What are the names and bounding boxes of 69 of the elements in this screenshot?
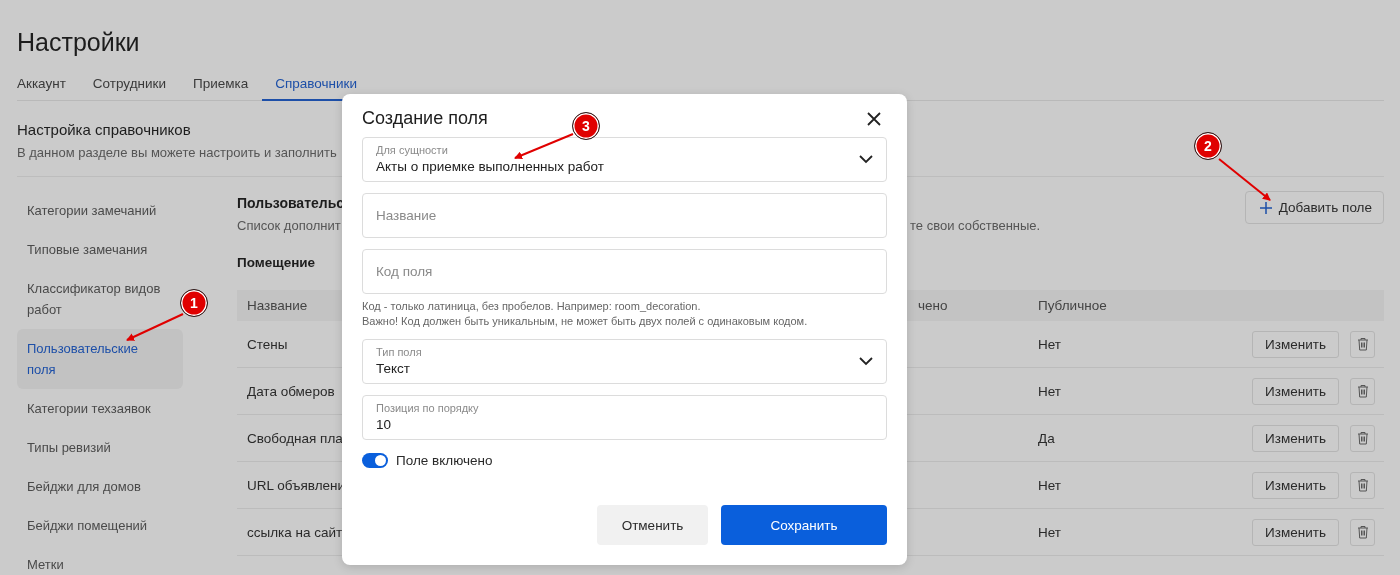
sidebar-item[interactable]: Категории техзаявок — [17, 389, 155, 428]
hint-text: Важно! Код должен быть уникальным, не может быть двух полей с одинаковым кодом. — [362, 315, 809, 327]
edit-button[interactable]: Изменить — [1252, 518, 1339, 546]
sidebar-item[interactable]: Метки — [17, 545, 68, 575]
input-field[interactable]: Позиция по порядку 10 — [362, 395, 887, 440]
select-field[interactable]: Тип поля Текст — [362, 339, 887, 384]
trash-icon — [1356, 337, 1369, 351]
add-field-button[interactable]: Добавить поле — [1244, 191, 1384, 224]
table-cell-text: Нет — [1037, 524, 1061, 540]
content-title: Пользовательс — [237, 195, 346, 211]
hint-text: Код - только латиница, без пробелов. Например: room_decoration. — [362, 300, 702, 312]
callout-badge: 1 — [180, 289, 208, 317]
edit-button[interactable]: Изменить — [1252, 424, 1339, 452]
tab[interactable]: Аккаунт — [17, 74, 66, 101]
plus-icon — [1259, 201, 1272, 214]
callout-arrow — [514, 133, 574, 159]
trash-icon — [1356, 431, 1369, 445]
trash-icon — [1356, 525, 1369, 539]
table-cell-text: Дата обмеров — [246, 383, 335, 399]
chevron-down-icon — [859, 155, 873, 164]
table-cell-text: ссылка на сайт — [246, 524, 343, 540]
edit-button[interactable]: Изменить — [1252, 377, 1339, 405]
callout-arrow — [126, 313, 184, 341]
content-description: те свои собственные. — [910, 218, 1041, 233]
delete-button[interactable] — [1350, 518, 1375, 546]
cancel-button[interactable]: Отменить — [597, 505, 708, 545]
section-title: Настройка справочников — [17, 121, 191, 138]
page-title: Настройки — [17, 27, 141, 58]
column-header: Публичное — [1037, 298, 1107, 313]
dialog-title: Создание поля — [362, 108, 488, 129]
sidebar-item[interactable]: Типы ревизий — [17, 428, 115, 467]
select-field[interactable]: Для сущности Акты о приемке выполненных работ — [362, 137, 887, 182]
save-button[interactable]: Сохранить — [721, 505, 887, 545]
column-header: Название — [246, 298, 308, 313]
callout-badge: 2 — [1194, 132, 1222, 160]
table-cell-text: Нет — [1037, 477, 1061, 493]
section-description: В данном разделе вы можете настроить и заполнить — [17, 145, 337, 160]
toggle-label: Поле включено — [396, 453, 493, 468]
toggle-switch[interactable] — [362, 453, 388, 468]
tab[interactable]: Приемка — [193, 74, 249, 101]
column-header: чено — [917, 298, 948, 313]
sidebar-item[interactable]: Бейджи для домов — [17, 467, 145, 506]
group-title: Помещение — [237, 255, 317, 270]
edit-button[interactable]: Изменить — [1252, 330, 1339, 358]
sidebar-item[interactable]: Категории замечаний — [17, 191, 161, 230]
input-field[interactable]: Код поля — [362, 249, 887, 294]
content-description: Список дополнит — [237, 218, 342, 233]
edit-button[interactable]: Изменить — [1252, 471, 1339, 499]
chevron-down-icon — [859, 357, 873, 366]
delete-button[interactable] — [1350, 424, 1375, 452]
input-field[interactable]: Название — [362, 193, 887, 238]
delete-button[interactable] — [1350, 377, 1375, 405]
sidebar-item[interactable]: Бейджи помещений — [17, 506, 152, 545]
close-icon[interactable] — [867, 111, 881, 126]
delete-button[interactable] — [1350, 330, 1375, 358]
table-cell-text: Свободная пла — [246, 430, 343, 446]
table-cell-text: Нет — [1037, 383, 1061, 399]
table-cell-text: Да — [1037, 430, 1055, 446]
sidebar-item[interactable]: Пользовательские поля — [17, 329, 183, 389]
sidebar-item[interactable]: Типовые замечания — [17, 230, 152, 269]
trash-icon — [1356, 384, 1369, 398]
table-cell-text: Стены — [246, 336, 288, 352]
sidebar-item[interactable]: Классификатор видов работ — [17, 269, 177, 329]
trash-icon — [1356, 478, 1369, 492]
table-cell-text: Нет — [1037, 336, 1061, 352]
table-cell-text: URL объявлени — [246, 477, 346, 493]
tab[interactable]: Сотрудники — [92, 74, 166, 101]
callout-arrow — [1218, 158, 1271, 201]
delete-button[interactable] — [1350, 471, 1375, 499]
